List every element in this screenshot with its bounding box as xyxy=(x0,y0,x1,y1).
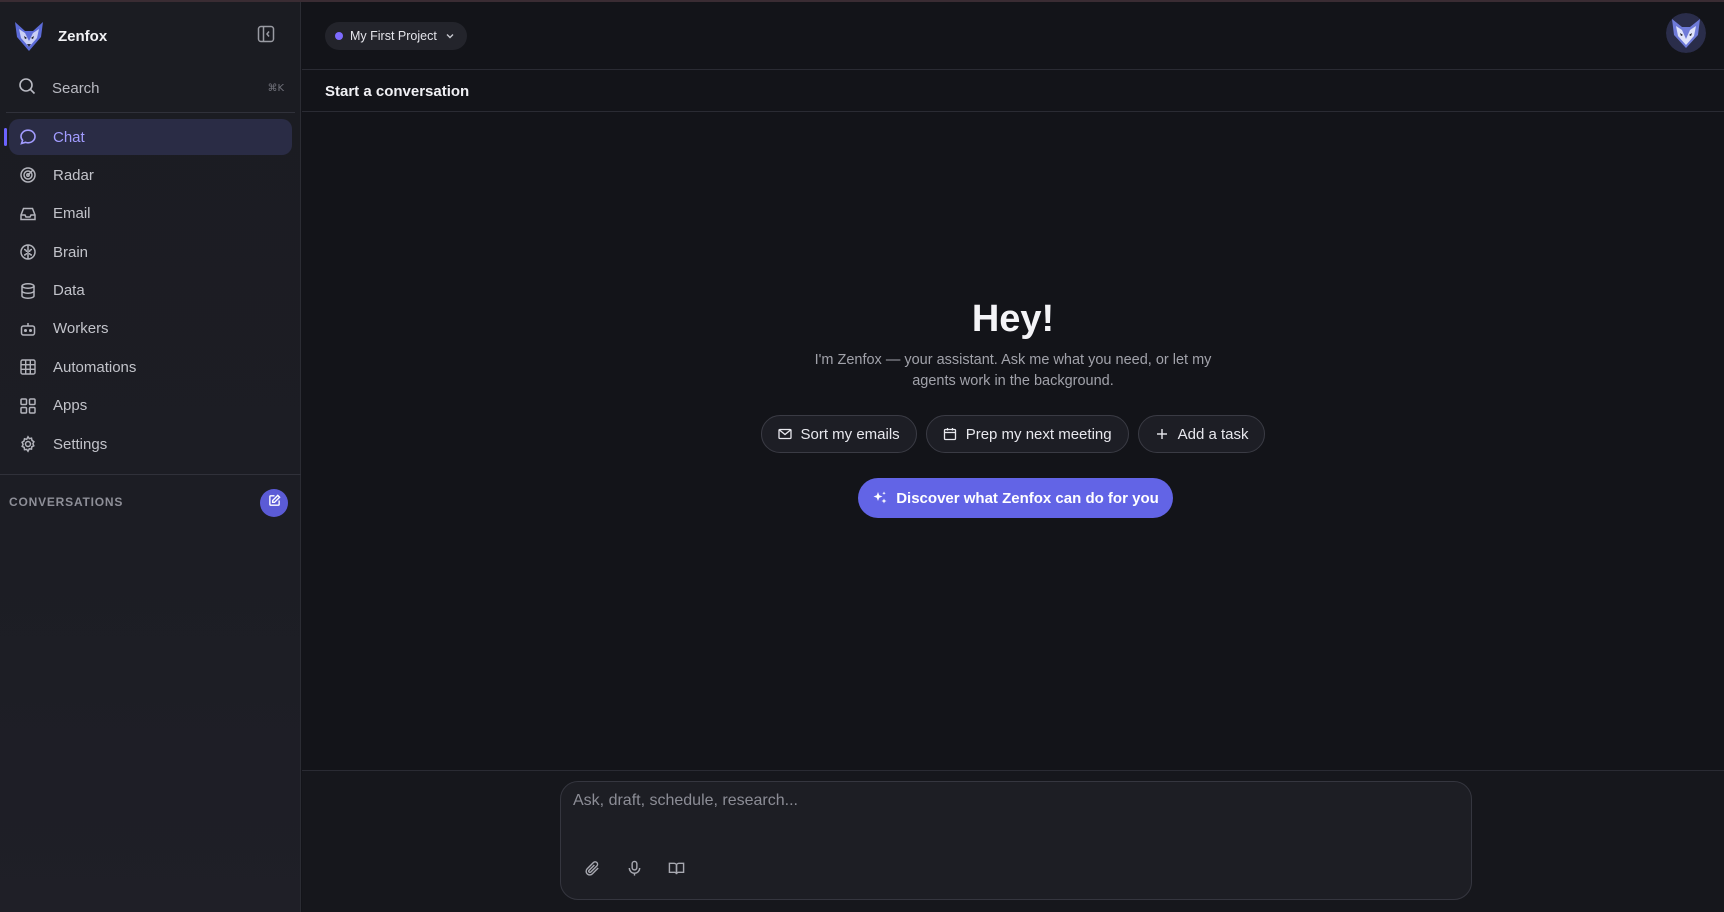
sidebar-item-chat[interactable]: Chat xyxy=(4,119,292,155)
welcome-section: Hey! I'm Zenfox — your assistant. Ask me… xyxy=(302,112,1724,772)
voice-input-button[interactable] xyxy=(623,860,645,882)
brain-icon xyxy=(18,242,38,262)
top-bar: My First Project xyxy=(302,2,1724,70)
project-name: My First Project xyxy=(350,29,437,43)
sidebar-item-label: Apps xyxy=(53,397,88,415)
sidebar-item-automations[interactable]: Automations xyxy=(9,349,292,385)
attach-button[interactable] xyxy=(581,860,603,882)
message-input[interactable] xyxy=(573,792,1453,828)
message-composer xyxy=(560,781,1472,900)
app-name: Zenfox xyxy=(58,27,108,45)
sparkles-icon xyxy=(872,490,888,506)
sidebar-item-label: Settings xyxy=(53,435,108,453)
sidebar-collapse-icon xyxy=(257,25,275,48)
avatar[interactable] xyxy=(1666,13,1706,53)
search-shortcut: ⌘K xyxy=(267,82,284,94)
sidebar-item-label: Workers xyxy=(53,320,109,338)
sidebar-item-settings[interactable]: Settings xyxy=(9,426,292,462)
inbox-icon xyxy=(18,204,38,224)
gear-icon xyxy=(18,434,38,454)
composer-tools xyxy=(581,860,687,882)
project-selector[interactable]: My First Project xyxy=(325,22,467,50)
sidebar-divider xyxy=(0,474,301,475)
chevron-down-icon xyxy=(445,31,455,41)
database-icon xyxy=(18,281,38,301)
search-label: Search xyxy=(52,79,100,97)
page-title: Start a conversation xyxy=(325,83,470,100)
intro-text: I'm Zenfox — your assistant. Ask me what… xyxy=(814,352,1212,389)
fox-avatar-icon xyxy=(1666,13,1706,53)
sidebar-divider xyxy=(6,112,295,113)
sidebar-item-brain[interactable]: Brain xyxy=(9,234,292,270)
sidebar-item-label: Automations xyxy=(53,358,137,376)
sidebar-item-label: Email xyxy=(53,205,91,223)
sidebar-nav: Chat Radar Email Brain Data Workers Auto… xyxy=(0,119,301,465)
library-button[interactable] xyxy=(665,860,687,882)
composer-area xyxy=(302,770,1724,912)
sidebar-item-label: Radar xyxy=(53,166,94,184)
suggestion-sort-emails[interactable]: Sort my emails xyxy=(760,415,917,453)
radar-icon xyxy=(18,165,38,185)
sidebar-item-email[interactable]: Email xyxy=(9,196,292,232)
grid-icon xyxy=(18,357,38,377)
sidebar-item-workers[interactable]: Workers xyxy=(9,311,292,347)
chat-icon xyxy=(18,127,38,147)
suggestion-add-task[interactable]: Add a task xyxy=(1137,415,1266,453)
discover-button[interactable]: Discover what Zenfox can do for you xyxy=(858,478,1173,518)
greeting-heading: Hey! xyxy=(971,298,1055,340)
apps-icon xyxy=(18,396,38,416)
new-conversation-button[interactable] xyxy=(260,489,288,517)
main-panel: My First Project Start a conversation He… xyxy=(302,2,1724,912)
sidebar-item-label: Data xyxy=(53,282,85,300)
sidebar-item-apps[interactable]: Apps xyxy=(9,388,292,424)
search-icon xyxy=(18,77,36,100)
microphone-icon xyxy=(626,860,643,882)
sidebar-item-data[interactable]: Data xyxy=(9,273,292,309)
suggestion-chips: Sort my emails Prep my next meeting Add … xyxy=(302,415,1724,453)
project-status-dot xyxy=(335,32,343,40)
book-open-icon xyxy=(668,860,685,882)
chip-label: Add a task xyxy=(1177,425,1249,443)
discover-label: Discover what Zenfox can do for you xyxy=(896,489,1159,507)
conversation-header: Start a conversation xyxy=(302,71,1724,112)
sidebar-search[interactable]: Search ⌘K xyxy=(8,70,288,106)
conversations-heading: CONVERSATIONS xyxy=(9,495,124,509)
collapse-sidebar-button[interactable] xyxy=(255,25,277,47)
app-window: Zenfox Search ⌘K Chat Radar Email Brain … xyxy=(0,0,1724,912)
suggestion-prep-meeting[interactable]: Prep my next meeting xyxy=(925,415,1129,453)
chip-label: Prep my next meeting xyxy=(965,425,1112,443)
fox-logo-icon xyxy=(12,19,46,53)
edit-icon xyxy=(268,494,281,512)
mail-icon xyxy=(777,427,792,441)
chip-label: Sort my emails xyxy=(800,425,900,443)
sidebar-item-radar[interactable]: Radar xyxy=(9,157,292,193)
calendar-icon xyxy=(943,427,957,441)
bot-icon xyxy=(18,319,38,339)
sidebar-item-label: Chat xyxy=(53,128,85,146)
sidebar-item-label: Brain xyxy=(53,243,89,261)
plus-icon xyxy=(1155,427,1169,441)
brand[interactable]: Zenfox xyxy=(12,18,107,54)
sidebar: Zenfox Search ⌘K Chat Radar Email Brain … xyxy=(0,2,301,912)
paperclip-icon xyxy=(584,860,601,882)
